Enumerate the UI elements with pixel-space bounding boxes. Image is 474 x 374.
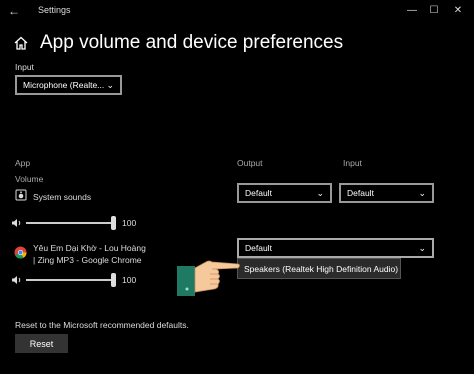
chrome-volume-thumb[interactable] bbox=[111, 273, 116, 287]
system-sounds-volume-value: 100 bbox=[122, 218, 137, 228]
chevron-down-icon: ⌄ bbox=[316, 188, 324, 198]
chevron-down-icon: ⌄ bbox=[418, 243, 426, 253]
back-arrow-icon[interactable]: ← bbox=[6, 3, 22, 19]
chrome-output-dropdown[interactable]: Default ⌄ bbox=[237, 238, 434, 258]
output-column-header: Output bbox=[237, 158, 263, 168]
app-column-header: App bbox=[15, 158, 31, 168]
chrome-output-value: Default bbox=[245, 243, 272, 253]
system-sounds-output-dropdown[interactable]: Default ⌄ bbox=[237, 183, 332, 203]
output-dropdown-menu: Speakers (Realtek High Definition Audio) bbox=[237, 258, 401, 279]
speaker-icon[interactable] bbox=[11, 218, 23, 228]
system-sounds-name: System sounds bbox=[33, 192, 92, 202]
reset-button[interactable]: Reset bbox=[15, 334, 68, 353]
chevron-down-icon: ⌄ bbox=[106, 80, 114, 90]
input-device-dropdown[interactable]: Microphone (Realte... ⌄ bbox=[15, 75, 122, 95]
window-title: Settings bbox=[38, 5, 71, 15]
system-sounds-output-value: Default bbox=[245, 188, 272, 198]
menu-option-speakers[interactable]: Speakers (Realtek High Definition Audio) bbox=[244, 264, 398, 274]
chevron-down-icon: ⌄ bbox=[418, 188, 426, 198]
close-button[interactable]: ✕ bbox=[448, 2, 468, 20]
system-sounds-input-dropdown[interactable]: Default ⌄ bbox=[339, 183, 434, 203]
chrome-volume-track[interactable] bbox=[26, 279, 114, 281]
system-sounds-volume-track[interactable] bbox=[26, 222, 114, 224]
chrome-app-name-line1: Yêu Em Dại Khờ - Lou Hoàng bbox=[33, 243, 146, 253]
volume-column-header: Volume bbox=[15, 174, 44, 184]
chrome-app-name-line2: | Zing MP3 - Google Chrome bbox=[33, 255, 142, 265]
page-title: App volume and device preferences bbox=[40, 32, 344, 53]
system-sounds-icon bbox=[15, 189, 27, 201]
system-sounds-input-value: Default bbox=[347, 188, 374, 198]
input-label: Input bbox=[15, 62, 34, 72]
input-device-value: Microphone (Realte... bbox=[23, 80, 105, 90]
input-column-header: Input bbox=[343, 158, 362, 168]
pointing-hand-icon bbox=[177, 260, 240, 296]
maximize-button[interactable]: ☐ bbox=[424, 2, 444, 20]
minimize-button[interactable]: — bbox=[402, 2, 422, 20]
speaker-icon[interactable] bbox=[11, 275, 23, 285]
title-bar: ← Settings — ☐ ✕ bbox=[0, 0, 474, 22]
reset-description: Reset to the Microsoft recommended defau… bbox=[15, 320, 189, 330]
home-icon[interactable] bbox=[14, 36, 28, 50]
chrome-icon bbox=[14, 246, 27, 259]
system-sounds-volume-thumb[interactable] bbox=[111, 216, 116, 230]
chrome-volume-value: 100 bbox=[122, 275, 137, 285]
